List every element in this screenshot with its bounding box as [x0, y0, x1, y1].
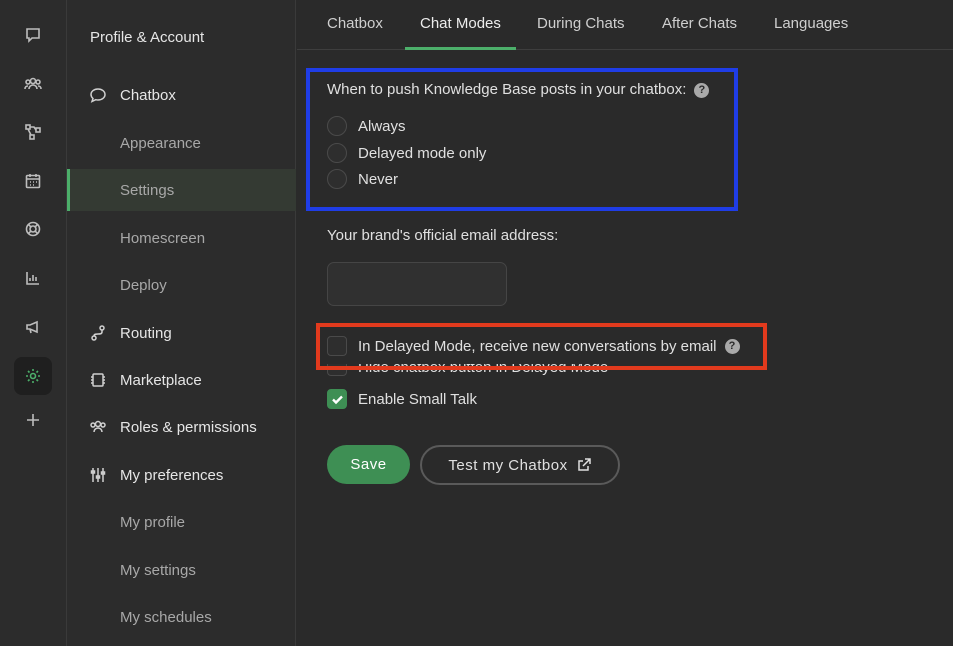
- sidebar-item-label: Marketplace: [120, 371, 202, 389]
- chat-modes-panel: When to push Knowledge Base posts in you…: [297, 51, 953, 646]
- email-label: Your brand's official email address:: [327, 227, 559, 244]
- sidebar-item-label: My settings: [120, 561, 196, 579]
- highlight-box-red: [316, 323, 767, 370]
- checkbox[interactable]: [327, 389, 347, 409]
- sliders-icon: [89, 466, 107, 484]
- settings-icon[interactable]: [14, 357, 52, 395]
- sidebar-item-label: Homescreen: [120, 229, 206, 247]
- email-field[interactable]: [327, 262, 507, 306]
- lifebuoy-icon[interactable]: [14, 210, 52, 248]
- sidebar-item-label: Chatbox: [120, 86, 176, 104]
- sidebar-item-roles-permissions[interactable]: Roles & permissions: [67, 406, 296, 448]
- tab-chatbox[interactable]: Chatbox: [327, 0, 383, 50]
- save-button[interactable]: Save: [327, 445, 410, 484]
- sidebar-item-my-schedules[interactable]: My schedules: [67, 596, 296, 638]
- chat-icon[interactable]: [14, 16, 52, 54]
- sidebar-item-my-preferences[interactable]: My preferences: [67, 454, 296, 496]
- chart-icon[interactable]: [14, 259, 52, 297]
- small-talk-option[interactable]: Enable Small Talk: [327, 389, 477, 409]
- sidebar-item-label: My schedules: [120, 608, 212, 626]
- tab-languages[interactable]: Languages: [774, 0, 848, 50]
- sidebar-item-homescreen[interactable]: Homescreen: [67, 217, 296, 259]
- plus-icon[interactable]: [14, 401, 52, 439]
- test-chatbox-label: Test my Chatbox: [448, 456, 568, 474]
- sidebar-item-my-profile[interactable]: My profile: [67, 501, 296, 543]
- sidebar-item-appearance[interactable]: Appearance: [67, 122, 296, 164]
- team-icon[interactable]: [14, 65, 52, 103]
- sidebar-item-marketplace[interactable]: Marketplace: [67, 359, 296, 401]
- tab-during-chats[interactable]: During Chats: [537, 0, 625, 50]
- chat-bubble-icon: [89, 86, 107, 104]
- calendar-icon[interactable]: [14, 162, 52, 200]
- sidebar-item-settings[interactable]: Settings: [67, 169, 296, 211]
- team-icon: [89, 418, 107, 436]
- sidebar-item-chatbox[interactable]: Chatbox: [67, 74, 296, 116]
- sidebar-item-my-settings[interactable]: My settings: [67, 549, 296, 591]
- sidebar-item-label: Profile & Account: [90, 28, 205, 46]
- checkbox-label: Enable Small Talk: [358, 390, 477, 408]
- check-icon: [331, 395, 343, 404]
- tab-after-chats[interactable]: After Chats: [662, 0, 737, 50]
- routing-icon: [89, 324, 107, 342]
- megaphone-icon[interactable]: [14, 308, 52, 346]
- highlight-box-blue: [306, 68, 738, 211]
- sidebar-item-label: Deploy: [120, 276, 167, 294]
- external-link-icon: [577, 458, 591, 471]
- sidebar-item-label: My profile: [120, 513, 186, 531]
- sidebar-item-label: My preferences: [120, 466, 224, 484]
- sidebar-item-deploy[interactable]: Deploy: [67, 264, 296, 306]
- test-chatbox-button[interactable]: Test my Chatbox: [420, 445, 620, 485]
- settings-tabs: Chatbox Chat Modes During Chats After Ch…: [297, 0, 953, 50]
- workflow-icon[interactable]: [14, 113, 52, 151]
- icon-rail: [0, 0, 67, 646]
- sidebar-item-label: Roles & permissions: [120, 418, 257, 436]
- sidebar-item-routing[interactable]: Routing: [67, 312, 296, 354]
- sidebar-item-label: Routing: [120, 324, 172, 342]
- settings-sidebar: Profile & Account Chatbox Appearance Set…: [67, 0, 296, 646]
- sidebar-item-label: Appearance: [120, 134, 201, 152]
- chip-icon: [89, 371, 107, 389]
- sidebar-item-profile-account[interactable]: Profile & Account: [67, 16, 296, 58]
- sidebar-item-label: Settings: [120, 181, 175, 199]
- tab-chat-modes[interactable]: Chat Modes: [405, 0, 516, 50]
